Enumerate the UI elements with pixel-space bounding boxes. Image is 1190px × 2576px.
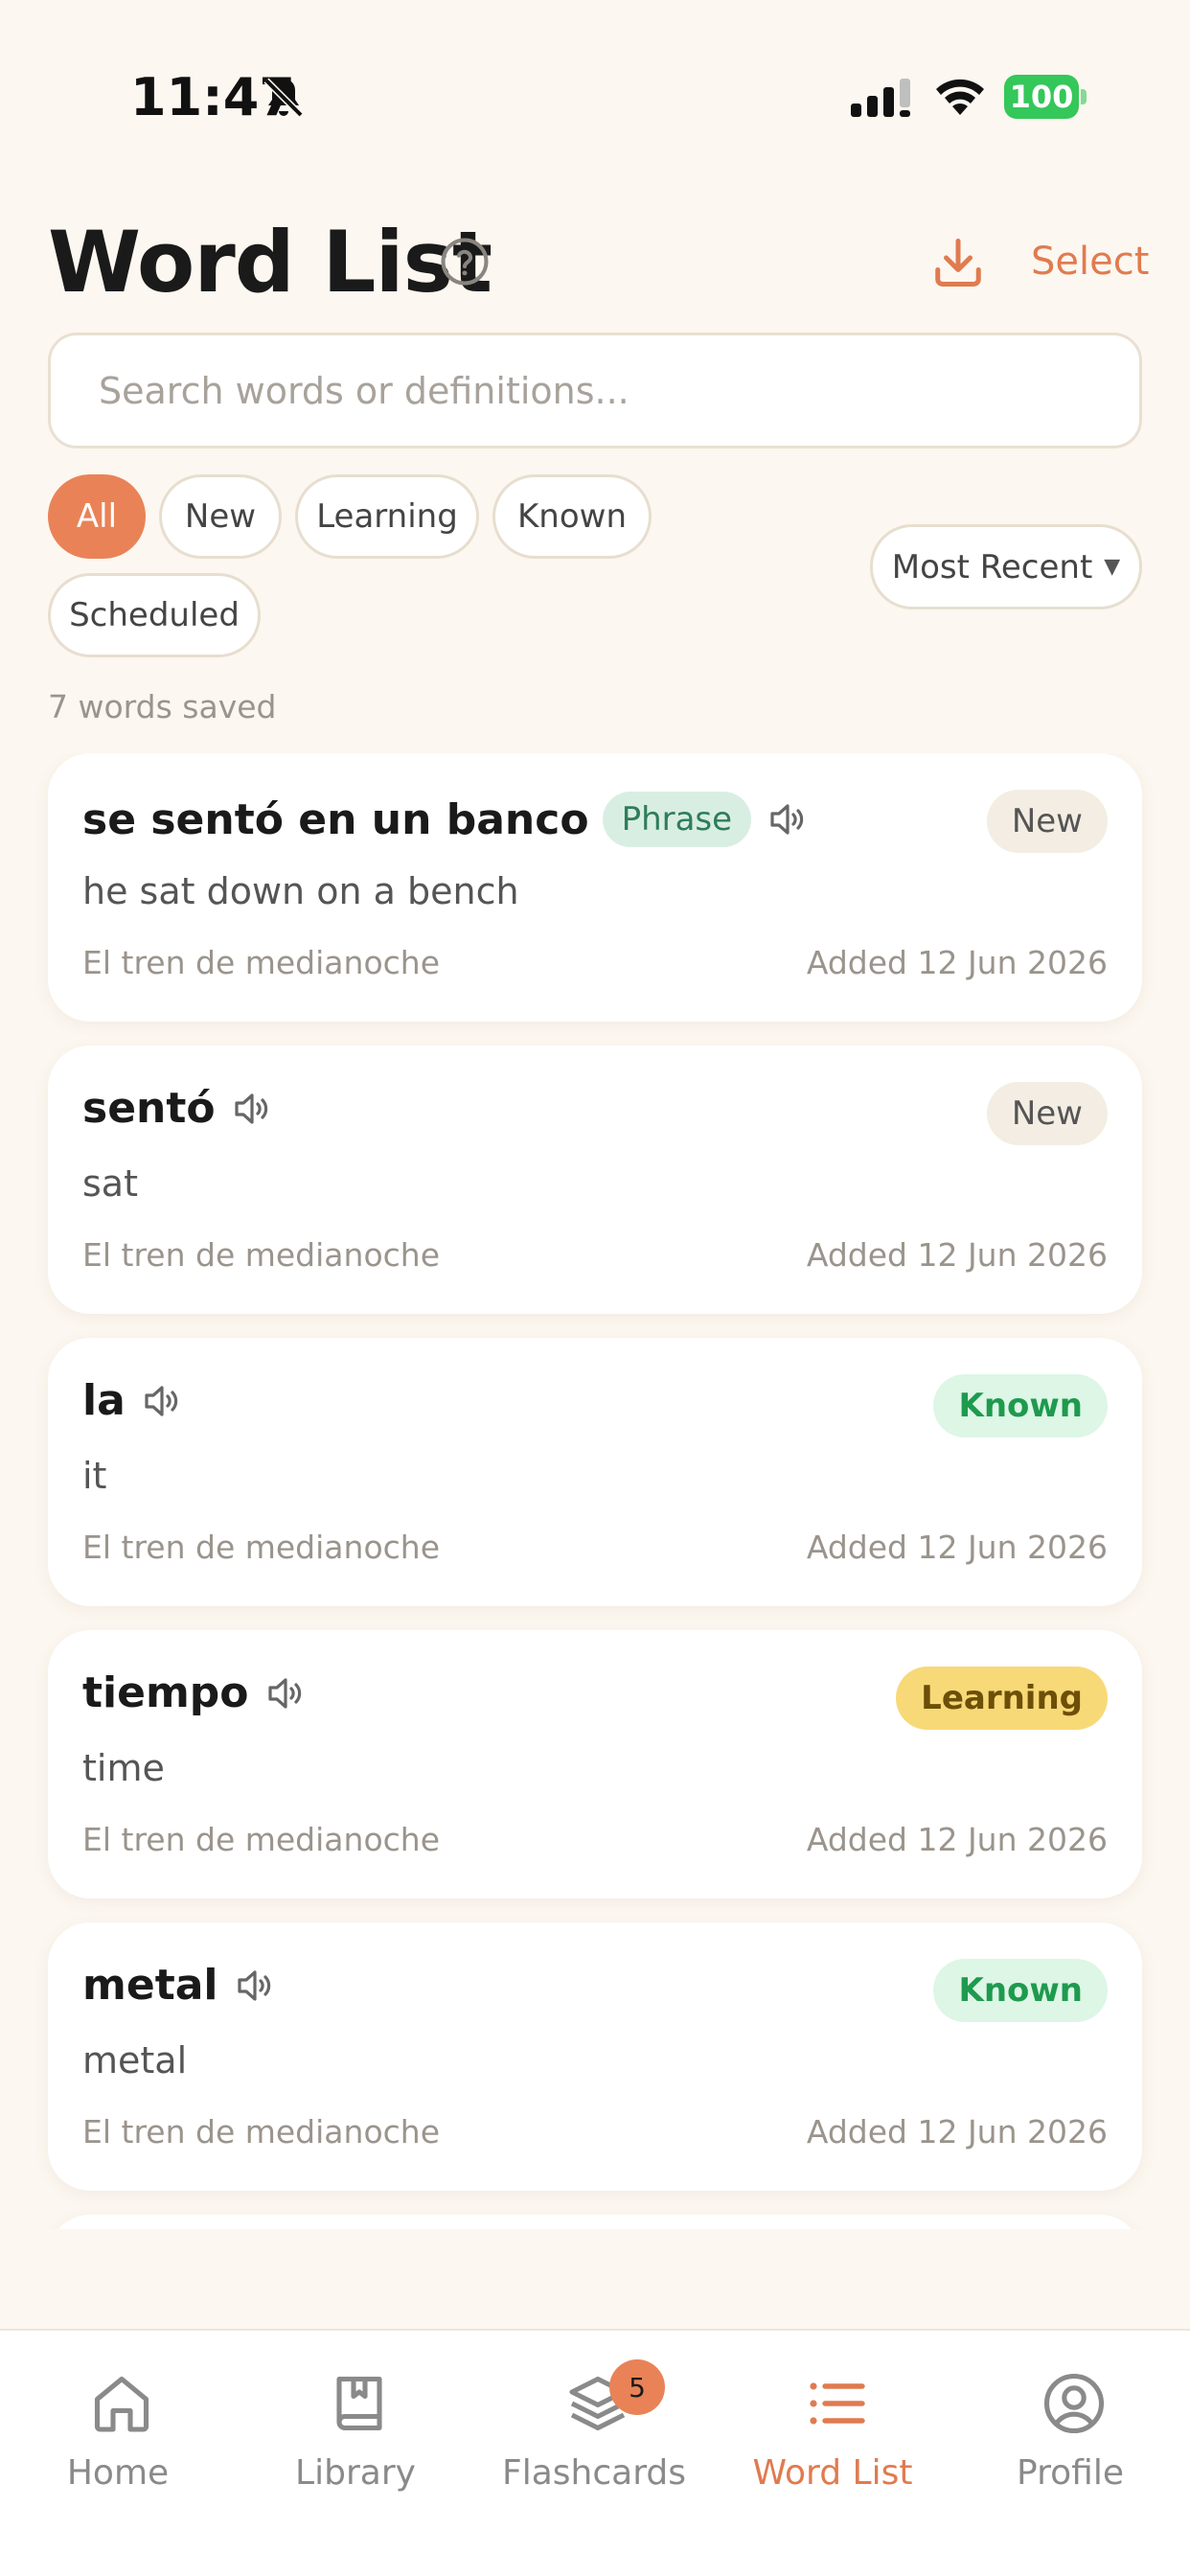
word-card[interactable]: [48, 2215, 1142, 2229]
sort-label: Most Recent: [891, 547, 1093, 586]
filter-chip-scheduled[interactable]: Scheduled: [48, 573, 261, 657]
status-bar: 11:47 100: [0, 0, 1190, 192]
user-circle-icon: [1043, 2373, 1105, 2434]
search-box: [48, 333, 1142, 448]
word-definition: he sat down on a bench: [82, 870, 519, 912]
status-badge: Learning: [896, 1667, 1108, 1730]
speaker-icon[interactable]: [263, 1670, 309, 1716]
filter-chip-new[interactable]: New: [159, 474, 282, 559]
word-added-date: Added 12 Jun 2026: [806, 2113, 1108, 2150]
tab-bar: Home Library 5 Flashcards Word List Prof…: [0, 2329, 1190, 2576]
battery-indicator: 100: [1004, 75, 1087, 119]
word-text: sentó: [82, 1084, 216, 1133]
status-badge: New: [986, 790, 1108, 853]
word-definition: metal: [82, 2039, 188, 2082]
word-card[interactable]: la Known it El tren de medianoche Added …: [48, 1338, 1142, 1606]
speaker-icon[interactable]: [232, 1963, 278, 2009]
word-text: tiempo: [82, 1668, 249, 1717]
word-added-date: Added 12 Jun 2026: [806, 944, 1108, 981]
word-source: El tren de medianoche: [82, 1821, 440, 1858]
word-card[interactable]: metal Known metal El tren de medianoche …: [48, 1922, 1142, 2191]
battery-level: 100: [1004, 75, 1079, 119]
tab-label: Word List: [752, 2453, 913, 2493]
tab-label: Flashcards: [502, 2453, 686, 2493]
word-source: El tren de medianoche: [82, 1529, 440, 1566]
word-text: la: [82, 1376, 126, 1425]
filter-chip-known[interactable]: Known: [492, 474, 652, 559]
speaker-icon[interactable]: [139, 1378, 185, 1424]
list-icon: [810, 2382, 865, 2425]
word-source: El tren de medianoche: [82, 2113, 440, 2150]
word-added-date: Added 12 Jun 2026: [806, 1236, 1108, 1274]
bell-slash-icon: [263, 78, 304, 118]
phrase-tag: Phrase: [602, 792, 752, 847]
word-source: El tren de medianoche: [82, 944, 440, 981]
tab-library[interactable]: Library: [260, 2350, 451, 2503]
word-definition: sat: [82, 1162, 138, 1205]
tab-label: Profile: [1017, 2453, 1124, 2493]
search-input[interactable]: [51, 335, 1139, 446]
word-text: metal: [82, 1961, 218, 2010]
wifi-icon: [936, 79, 984, 115]
word-text: se sentó en un banco: [82, 794, 589, 844]
word-added-date: Added 12 Jun 2026: [806, 1821, 1108, 1858]
word-source: El tren de medianoche: [82, 1236, 440, 1274]
tab-flashcards[interactable]: 5 Flashcards: [498, 2350, 690, 2503]
flashcards-count-badge: 5: [609, 2359, 665, 2415]
word-count: 7 words saved: [48, 688, 277, 725]
word-card[interactable]: sentó New sat El tren de medianoche Adde…: [48, 1046, 1142, 1314]
select-button[interactable]: Select: [1031, 240, 1149, 284]
word-definition: time: [82, 1747, 165, 1789]
word-card[interactable]: tiempo Learning time El tren de medianoc…: [48, 1630, 1142, 1898]
word-list[interactable]: se sentó en un banco Phrase New he sat d…: [0, 753, 1190, 2229]
speaker-icon[interactable]: [229, 1086, 275, 1132]
home-icon: [94, 2376, 149, 2432]
filter-chip-all[interactable]: All: [48, 474, 146, 559]
download-icon[interactable]: [929, 234, 987, 291]
tab-word-list[interactable]: Word List: [737, 2350, 928, 2503]
word-added-date: Added 12 Jun 2026: [806, 1529, 1108, 1566]
status-badge: New: [986, 1082, 1108, 1145]
status-badge: Known: [933, 1374, 1108, 1438]
tab-home[interactable]: Home: [22, 2350, 214, 2503]
tab-label: Library: [295, 2453, 416, 2493]
cellular-signal-icon: [851, 79, 910, 117]
caret-down-icon: ▼: [1104, 555, 1121, 579]
sort-dropdown[interactable]: Most Recent ▼: [870, 524, 1142, 610]
word-card[interactable]: se sentó en un banco Phrase New he sat d…: [48, 753, 1142, 1022]
tab-profile[interactable]: Profile: [974, 2350, 1166, 2503]
page-title: Word List: [48, 213, 492, 311]
status-badge: Known: [933, 1959, 1108, 2022]
word-definition: it: [82, 1455, 107, 1497]
filter-chip-learning[interactable]: Learning: [295, 474, 479, 559]
book-icon: [336, 2376, 382, 2431]
tab-label: Home: [66, 2453, 170, 2493]
speaker-icon[interactable]: [765, 796, 811, 842]
help-circle-icon[interactable]: [439, 236, 491, 288]
